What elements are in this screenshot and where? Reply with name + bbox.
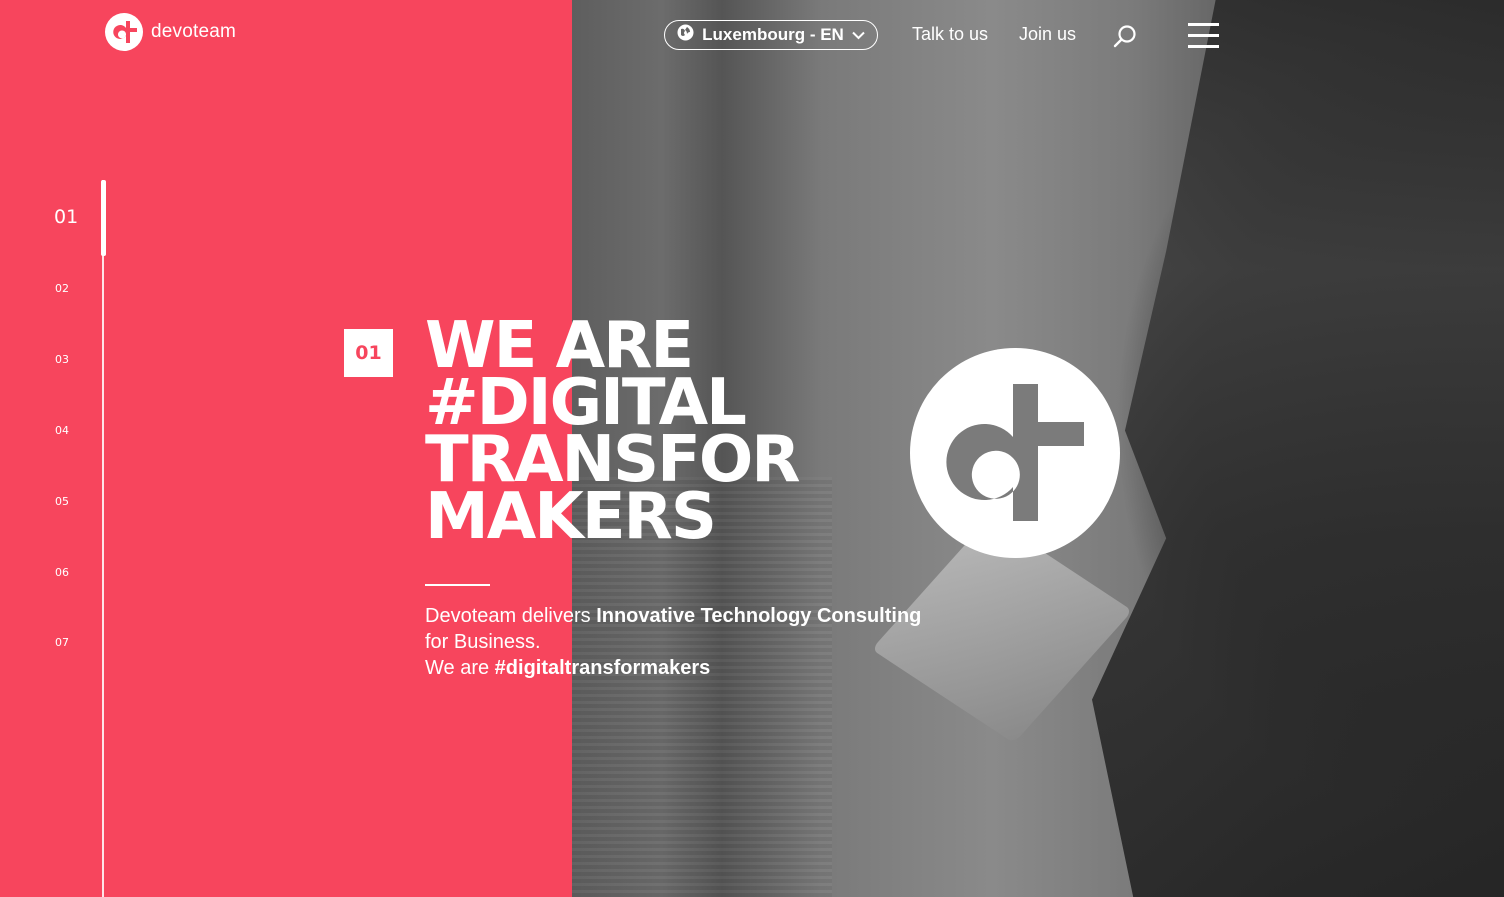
hashtag: #digitaltransformakers bbox=[494, 657, 711, 679]
logo-text: devoteam bbox=[151, 21, 237, 42]
slide-nav-02[interactable]: 02 bbox=[55, 282, 69, 295]
hero-copy-text: Devoteam delivers bbox=[425, 605, 597, 627]
slide-progress-track bbox=[102, 180, 104, 897]
language-label: Luxembourg - EN bbox=[702, 25, 844, 44]
devoteam-emblem-icon bbox=[910, 348, 1120, 558]
chevron-down-icon bbox=[852, 25, 865, 45]
slide-nav-05[interactable]: 05 bbox=[55, 495, 69, 508]
slide-nav-04[interactable]: 04 bbox=[55, 424, 69, 437]
slide-progress-indicator bbox=[101, 180, 106, 256]
globe-icon bbox=[677, 24, 694, 46]
slide-nav-01[interactable]: 01 bbox=[54, 206, 78, 228]
hero-title-line-4: MAKERS bbox=[425, 480, 717, 554]
join-us-link[interactable]: Join us bbox=[1019, 24, 1076, 45]
hero-copy-line-2: for Business. bbox=[425, 631, 541, 653]
slide-nav-07[interactable]: 07 bbox=[55, 636, 69, 649]
hero-copy-emphasis: Innovative Technology Consulting bbox=[596, 605, 922, 627]
people-silhouette bbox=[1092, 0, 1504, 897]
talk-to-us-link[interactable]: Talk to us bbox=[912, 24, 988, 45]
slide-nav-03[interactable]: 03 bbox=[55, 353, 69, 366]
devoteam-logo-icon bbox=[105, 13, 143, 51]
slide-number-badge: 01 bbox=[344, 329, 393, 377]
logo[interactable]: devoteam bbox=[105, 13, 236, 51]
hero-copy-line-3: We are bbox=[425, 657, 495, 679]
slide-nav-06[interactable]: 06 bbox=[55, 566, 69, 579]
hero-divider bbox=[425, 584, 490, 586]
hamburger-menu-icon[interactable] bbox=[1188, 22, 1219, 54]
language-selector[interactable]: Luxembourg - EN bbox=[664, 20, 878, 50]
hero-description: Devoteam delivers Innovative Technology … bbox=[425, 603, 985, 681]
hero-title: WE ARE #DIGITAL TRANSFOR MAKERS bbox=[425, 314, 801, 554]
search-icon[interactable] bbox=[1113, 24, 1137, 53]
